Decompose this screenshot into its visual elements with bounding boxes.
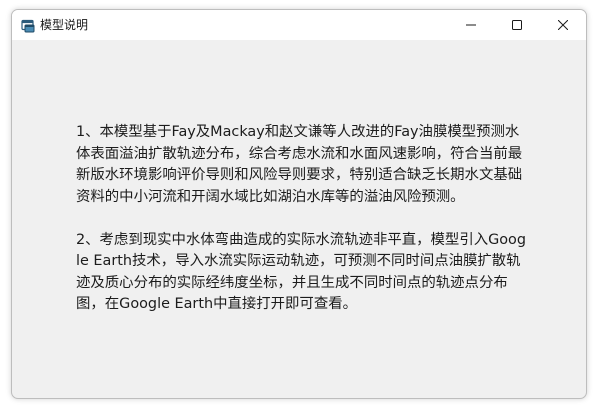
close-icon <box>558 20 568 30</box>
minimize-icon <box>466 20 476 30</box>
maximize-icon <box>512 20 522 30</box>
model-info-window: 模型说明 1、本模型基于Fay及Mackay和赵文谦等人改进的Fay油膜模型预测… <box>11 9 587 399</box>
app-window-icon <box>21 18 35 33</box>
paragraph-1: 1、本模型基于Fay及Mackay和赵文谦等人改进的Fay油膜模型预测水体表面溢… <box>76 124 523 205</box>
paragraph-2: 2、考虑到现实中水体弯曲造成的实际水流轨迹非平直，模型引入Google Eart… <box>76 231 526 313</box>
description-text: 1、本模型基于Fay及Mackay和赵文谦等人改进的Fay油膜模型预测水体表面溢… <box>76 122 526 316</box>
maximize-button[interactable] <box>494 10 540 40</box>
close-button[interactable] <box>540 10 586 40</box>
minimize-button[interactable] <box>448 10 494 40</box>
window-title: 模型说明 <box>40 18 89 32</box>
title-bar[interactable]: 模型说明 <box>12 10 586 40</box>
